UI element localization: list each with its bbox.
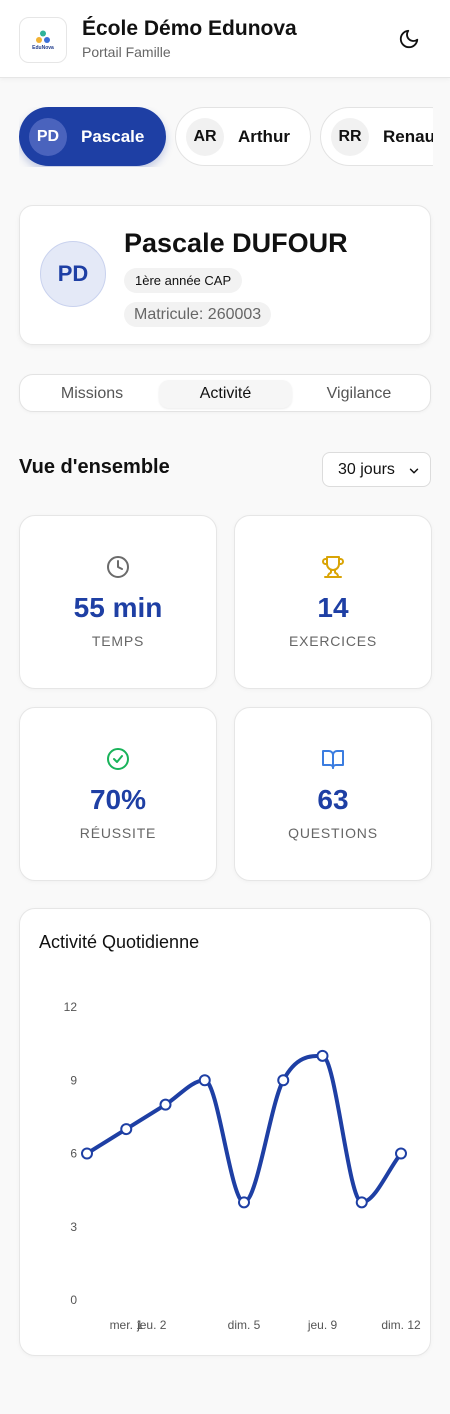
theme-toggle-button[interactable]	[396, 26, 422, 52]
overview-title: Vue d'ensemble	[19, 456, 170, 478]
student-name: Renaud	[383, 126, 433, 146]
trophy-icon	[322, 556, 344, 578]
activity-data-point[interactable]	[159, 1098, 172, 1111]
student-chip-renaud[interactable]: RR Renaud	[320, 107, 433, 166]
x-tick-label: dim. 12	[381, 1318, 421, 1332]
daily-activity-card: Activité Quotidienne 0 3 6 9 12 mer. 1 jeu. 2d…	[19, 908, 431, 1356]
stat-label: TEMPS	[91, 633, 145, 649]
stat-card-exercises: 14 EXERCICES	[234, 515, 432, 689]
student-chip-arthur[interactable]: AR Arthur	[175, 107, 311, 166]
chevron-down-icon	[409, 468, 419, 474]
stat-card-questions: 63 QUESTIONS	[234, 707, 432, 881]
activity-data-point[interactable]	[355, 1196, 368, 1209]
activity-data-point[interactable]	[120, 1123, 133, 1136]
logo-icon	[36, 30, 50, 43]
student-name: Arthur	[238, 126, 290, 146]
daily-activity-chart: 036912mer. 1jeu. 2 dim. 5 jeu. 9 dim. 12	[64, 1000, 421, 1332]
class-badge: 1ère année CAP	[124, 268, 243, 293]
y-tick-label: 3	[70, 1220, 77, 1234]
school-logo: EduNova	[19, 17, 67, 63]
stat-value: 55 min	[73, 592, 163, 623]
activity-data-point[interactable]	[395, 1147, 407, 1160]
student-selector: PD Pascale AR Arthur RR Renaud	[19, 107, 433, 167]
stat-label: EXERCICES	[288, 633, 378, 649]
avatar: PD	[40, 241, 106, 307]
stat-value: 63	[317, 784, 349, 815]
student-initials: AR	[186, 117, 224, 156]
moon-icon	[399, 29, 419, 49]
stat-label: RÉUSSITE	[79, 825, 157, 841]
activity-data-point[interactable]	[316, 1049, 329, 1062]
portal-name: Portail Famille	[82, 44, 171, 60]
x-tick-label: jeu. 9	[307, 1318, 338, 1332]
stat-label: QUESTIONS	[288, 825, 378, 841]
tab-activite[interactable]: Activité	[159, 380, 292, 408]
student-chip-pascale[interactable]: PD Pascale	[19, 107, 166, 166]
activity-data-point[interactable]	[81, 1147, 93, 1160]
stat-value: 70%	[89, 784, 147, 815]
activity-data-point[interactable]	[277, 1074, 290, 1087]
student-profile-card: PD Pascale DUFOUR 1ère année CAP Matricu…	[19, 205, 431, 345]
school-name: École Démo Edunova	[82, 17, 297, 40]
student-initials: RR	[331, 117, 369, 156]
x-tick-label: dim. 5	[228, 1318, 261, 1332]
section-tabs: Missions Activité Vigilance	[19, 374, 431, 412]
activity-data-point[interactable]	[198, 1074, 211, 1087]
period-select[interactable]: 30 jours	[322, 452, 431, 487]
tab-missions[interactable]: Missions	[30, 380, 154, 408]
stat-value: 14	[317, 592, 349, 623]
activity-series-line	[85, 1053, 403, 1205]
logo-text: EduNova	[32, 44, 54, 51]
check-circle-icon	[107, 748, 129, 770]
y-tick-label: 6	[70, 1147, 77, 1161]
stat-card-time: 55 min TEMPS	[19, 515, 217, 689]
y-tick-label: 9	[70, 1073, 77, 1087]
clock-icon	[107, 556, 129, 578]
tab-vigilance[interactable]: Vigilance	[297, 380, 421, 408]
student-initials: PD	[29, 117, 67, 156]
app-header: EduNova École Démo Edunova Portail Famil…	[0, 0, 450, 78]
activity-data-point[interactable]	[238, 1196, 250, 1209]
period-value: 30 jours	[338, 460, 395, 478]
x-tick-label: jeu. 2	[136, 1318, 167, 1332]
y-tick-label: 12	[64, 1000, 78, 1014]
student-full-name: Pascale DUFOUR	[124, 228, 348, 258]
y-tick-label: 0	[70, 1293, 77, 1307]
book-open-icon	[322, 750, 344, 769]
stat-card-success: 70% RÉUSSITE	[19, 707, 217, 881]
student-name: Pascale	[81, 126, 145, 146]
matricule-badge: Matricule: 260003	[124, 302, 272, 327]
